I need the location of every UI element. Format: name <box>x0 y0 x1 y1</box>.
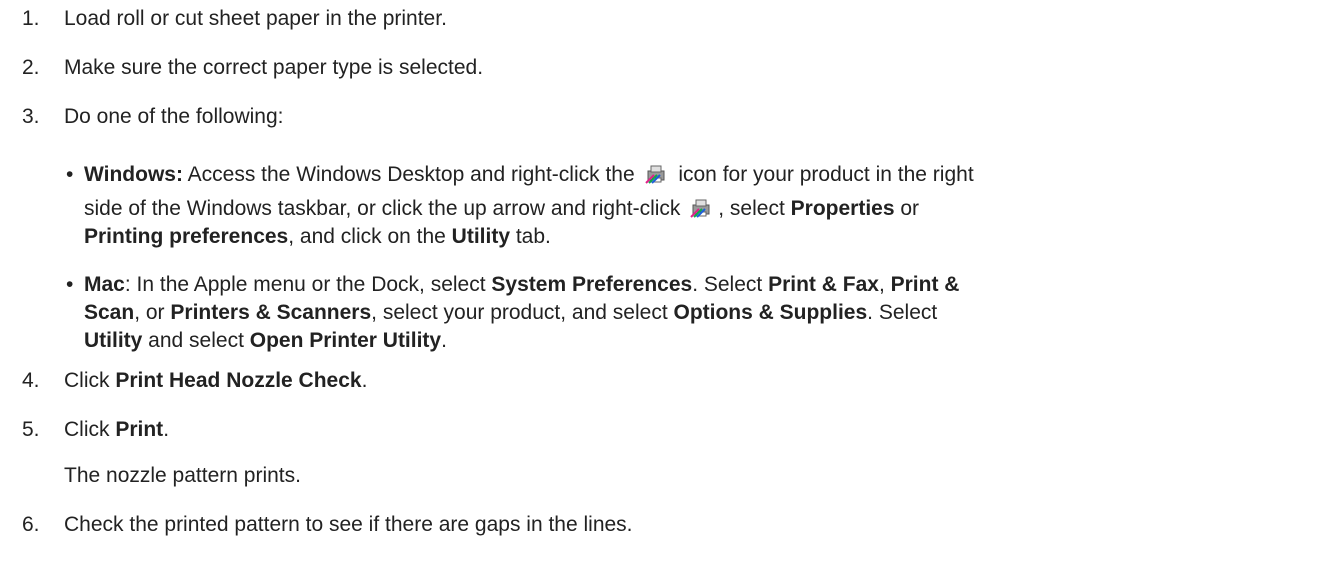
bold-term: Printers & Scanners <box>170 301 372 324</box>
bold-term: Options & Supplies <box>673 301 868 324</box>
mac-line-2: Scan, or Printers & Scanners, select you… <box>84 299 1324 327</box>
instructions-document: 1. Load roll or cut sheet paper in the p… <box>0 0 1327 561</box>
bold-term: Print & Fax <box>768 273 879 296</box>
text: , select your product, and select <box>371 301 674 324</box>
bullet-dot: • <box>66 273 74 296</box>
windows-line-1: Windows: Access the Windows Desktop and … <box>84 161 1324 195</box>
text: . <box>163 418 170 441</box>
bullet-dot: • <box>66 163 74 186</box>
text: Click <box>64 418 116 441</box>
text: , or <box>134 301 171 324</box>
text: . <box>441 329 447 352</box>
bold-term: Open Printer Utility <box>249 329 442 352</box>
windows-instructions: Windows: Access the Windows Desktop and … <box>84 161 1324 251</box>
bold-term: Print Head Nozzle Check <box>115 369 362 392</box>
printer-tray-icon <box>690 198 714 218</box>
text: , select <box>718 197 791 220</box>
step-text: Click Print. <box>64 416 169 444</box>
text: Access the Windows Desktop and right-cli… <box>182 163 641 186</box>
bold-term: Printing preferences <box>84 225 289 248</box>
step-text: Do one of the following: <box>64 105 284 128</box>
windows-label: Windows: <box>84 163 183 186</box>
step-number: 4. <box>22 369 40 392</box>
step-number: 1. <box>22 7 40 30</box>
text: : In the Apple menu or the Dock, select <box>124 273 492 296</box>
text: or <box>894 197 920 220</box>
step-text: Load roll or cut sheet paper in the prin… <box>64 7 447 30</box>
bold-term: Scan <box>84 301 135 324</box>
windows-line-2: side of the Windows taskbar, or click th… <box>84 195 1324 223</box>
text: side of the Windows taskbar, or click th… <box>84 197 687 220</box>
bold-term: Properties <box>790 197 895 220</box>
step-number: 2. <box>22 56 40 79</box>
step-number: 3. <box>22 105 40 128</box>
bold-term: Print & <box>890 273 960 296</box>
mac-label: Mac <box>84 273 125 296</box>
text: icon for your product in the right <box>672 163 974 186</box>
step-text: Click Print Head Nozzle Check. <box>64 367 367 395</box>
text: , and click on the <box>288 225 452 248</box>
bold-term: Utility <box>451 225 511 248</box>
step-result-text: The nozzle pattern prints. <box>64 464 301 487</box>
text: tab. <box>510 225 551 248</box>
step-number: 6. <box>22 513 40 536</box>
step-text: Make sure the correct paper type is sele… <box>64 56 484 79</box>
bold-term: Utility <box>84 329 143 352</box>
bold-term: System Preferences <box>491 273 693 296</box>
mac-line-1: Mac: In the Apple menu or the Dock, sele… <box>84 271 1324 299</box>
mac-line-3: Utility and select Open Printer Utility. <box>84 327 1324 355</box>
step-text: Check the printed pattern to see if ther… <box>64 513 633 536</box>
text: Click <box>64 369 116 392</box>
printer-tray-icon <box>644 164 669 184</box>
step-number: 5. <box>22 418 40 441</box>
text: and select <box>142 329 250 352</box>
bold-term: Print <box>115 418 164 441</box>
windows-line-3: Printing preferences, and click on the U… <box>84 223 1324 251</box>
text: . Select <box>692 273 769 296</box>
mac-instructions: Mac: In the Apple menu or the Dock, sele… <box>84 271 1324 355</box>
text: . Select <box>867 301 938 324</box>
text: . <box>361 369 368 392</box>
text: , <box>878 273 891 296</box>
